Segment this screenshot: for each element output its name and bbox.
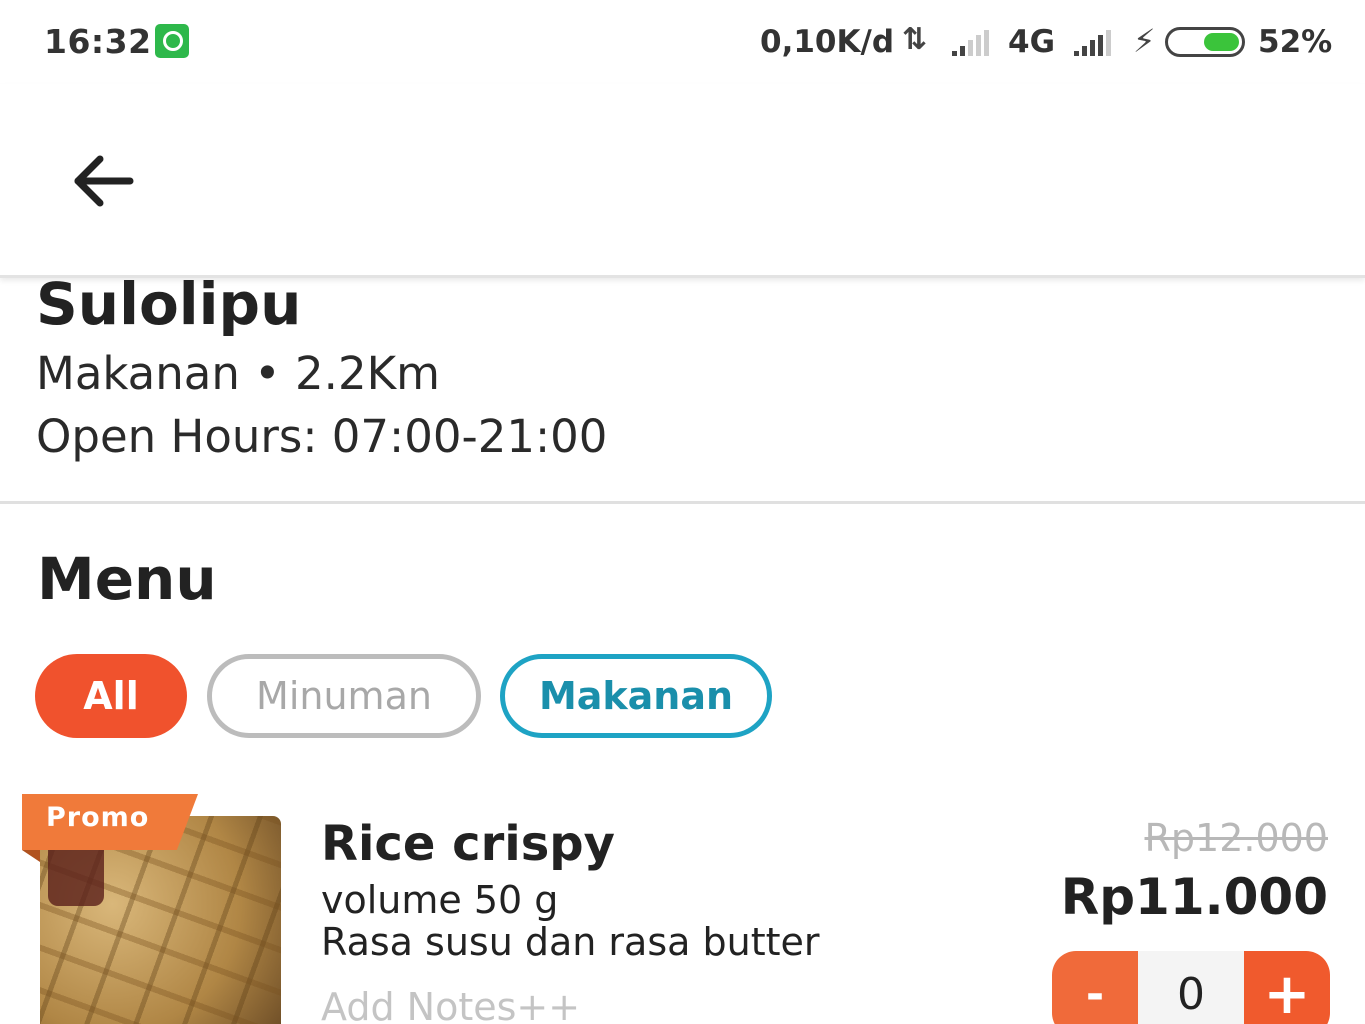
promo-badge: Promo <box>22 794 198 850</box>
quantity-stepper: - 0 + <box>1052 951 1330 1024</box>
charging-icon: ⚡ <box>1133 22 1156 60</box>
signal-strength-icon <box>1074 30 1118 56</box>
menu-title: Menu <box>37 545 217 613</box>
divider <box>0 501 1365 504</box>
store-category-distance: Makanan • 2.2Km <box>36 347 440 400</box>
signal-strength-icon <box>952 30 996 56</box>
store-open-hours: Open Hours: 07:00-21:00 <box>36 410 608 463</box>
network-type: 4G <box>1008 24 1056 60</box>
item-description: volume 50 g <box>321 878 559 922</box>
promo-badge-fold <box>22 850 40 862</box>
increase-quantity-button[interactable]: + <box>1244 951 1330 1024</box>
add-notes-link[interactable]: Add Notes++ <box>321 985 580 1024</box>
status-bar: 16:32 0,10K/d ⇅ 4G ⚡ 52% <box>0 0 1365 84</box>
item-description: Rasa susu dan rasa butter <box>321 920 820 964</box>
category-chip-minuman[interactable]: Minuman <box>207 654 481 738</box>
quantity-value: 0 <box>1138 951 1244 1024</box>
battery-percent: 52% <box>1258 24 1333 60</box>
promo-price: Rp11.000 <box>1060 868 1328 926</box>
category-chip-all[interactable]: All <box>35 654 187 738</box>
battery-icon <box>1165 27 1245 57</box>
store-name: Sulolipu <box>36 270 302 338</box>
arrow-left-icon <box>74 155 134 207</box>
battery-level <box>1204 33 1239 51</box>
back-button[interactable] <box>62 146 142 216</box>
item-name: Rice crispy <box>321 816 615 872</box>
whatsapp-icon <box>155 24 189 58</box>
decrease-quantity-button[interactable]: - <box>1052 951 1138 1024</box>
original-price: Rp12.000 <box>1144 816 1329 860</box>
network-speed: 0,10K/d <box>760 24 895 60</box>
category-chip-makanan[interactable]: Makanan <box>500 654 772 738</box>
data-transfer-icon: ⇅ <box>902 22 928 57</box>
app-bar <box>0 84 1365 278</box>
clock: 16:32 <box>44 22 152 61</box>
